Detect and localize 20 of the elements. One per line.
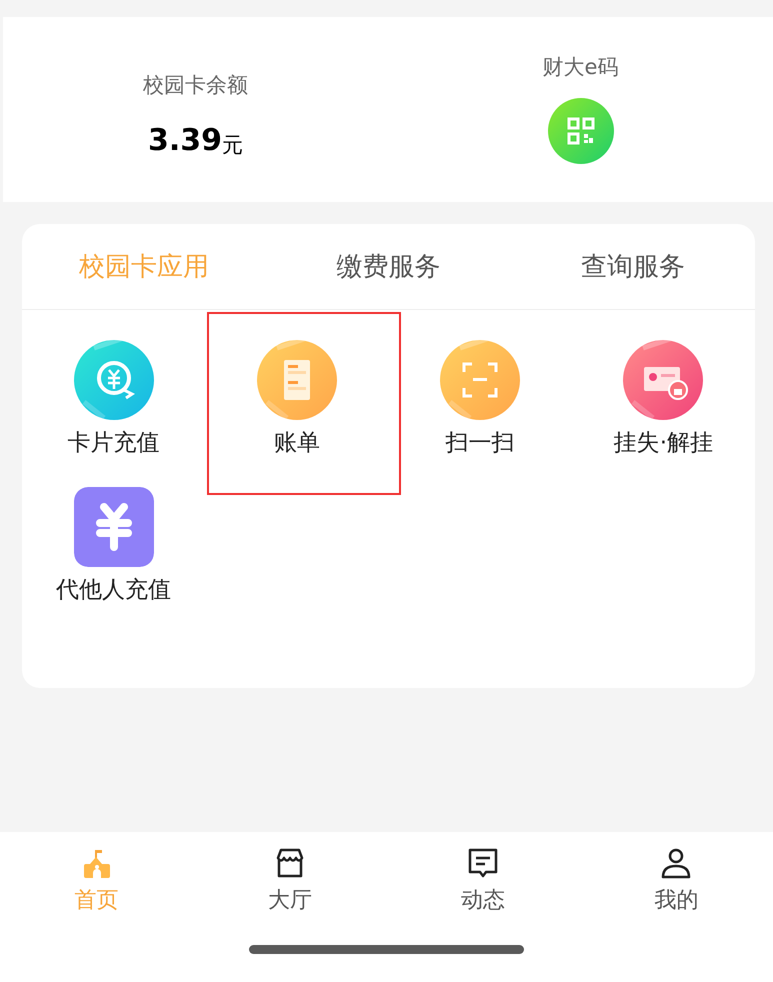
- app-label[interactable]: 代他人充值: [56, 579, 172, 602]
- balance-label: 校园卡余额: [143, 75, 248, 96]
- app-label[interactable]: 卡片充值: [68, 432, 160, 455]
- qr-code-icon[interactable]: [548, 98, 614, 164]
- yen-icon[interactable]: [74, 487, 154, 567]
- app-label[interactable]: 挂失·解挂: [614, 432, 714, 455]
- tab[interactable]: 查询服务: [580, 254, 685, 280]
- nav-tab[interactable]: 我的: [580, 846, 773, 912]
- id-card-lock-icon[interactable]: [623, 340, 704, 420]
- scan-frame-icon[interactable]: [440, 340, 520, 420]
- code-label: 财大e码: [542, 57, 618, 78]
- tab[interactable]: 缴费服务: [336, 254, 440, 280]
- document-icon[interactable]: [256, 340, 337, 420]
- balance-unit: 元: [222, 135, 244, 156]
- app-label[interactable]: 账单: [274, 432, 320, 455]
- message-icon: [466, 846, 500, 880]
- nav-tab[interactable]: 大厅: [193, 846, 386, 912]
- nav-tab[interactable]: 动态: [386, 846, 580, 912]
- app-label[interactable]: 扫一扫: [446, 432, 515, 455]
- balance-amount: 3.39: [148, 126, 222, 156]
